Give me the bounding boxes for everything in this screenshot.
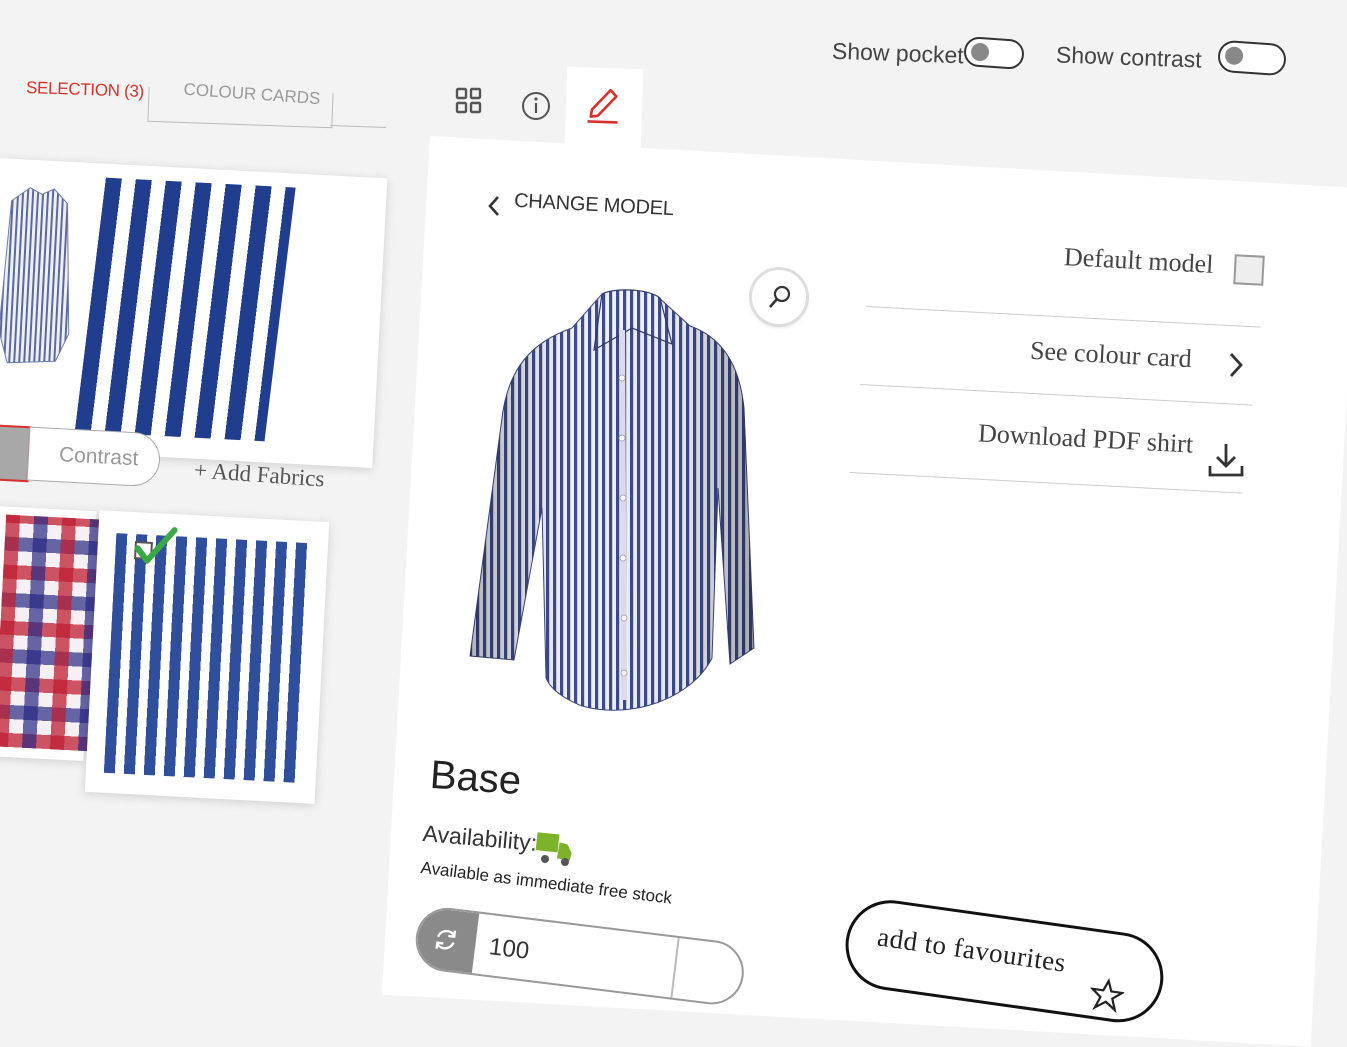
- fabric-swatch-large: [74, 177, 296, 442]
- chevron-right-icon[interactable]: [1226, 350, 1246, 380]
- check-icon: [134, 527, 178, 564]
- download-icon[interactable]: [1206, 440, 1246, 480]
- show-contrast-label: Show contrast: [1055, 41, 1203, 73]
- shirt-preview-image: [469, 289, 755, 711]
- fabric-swatch-stripe: [103, 533, 309, 783]
- product-name: Base: [428, 752, 523, 804]
- refresh-icon: [435, 929, 457, 950]
- star-icon: [1089, 978, 1126, 1014]
- contrast-button[interactable]: Contrast: [26, 426, 162, 488]
- info-icon[interactable]: [520, 90, 552, 122]
- show-pocket-label: Show pocket: [831, 37, 965, 69]
- tab-selection[interactable]: SELECTION (3): [26, 78, 145, 102]
- show-pocket-toggle[interactable]: [963, 35, 1025, 71]
- input-divider: [669, 937, 680, 1002]
- shirt-thumbnail: [0, 187, 70, 364]
- toggle-knob: [970, 42, 990, 62]
- selected-fabric-card[interactable]: [0, 157, 388, 469]
- show-contrast-toggle[interactable]: [1216, 39, 1288, 77]
- grid-icon[interactable]: [454, 86, 484, 116]
- fabric-card-gingham[interactable]: [0, 505, 107, 761]
- favourites-label: add to favourites: [875, 921, 1068, 978]
- chevron-left-icon[interactable]: [486, 194, 502, 218]
- magnifier-icon: [769, 285, 791, 308]
- contrast-label: Contrast: [58, 443, 139, 471]
- refresh-button[interactable]: [413, 906, 480, 978]
- quantity-value: 100: [487, 933, 531, 965]
- fabric-card-stripe[interactable]: [84, 510, 330, 804]
- truck-icon: [535, 832, 572, 866]
- tab-edit[interactable]: [564, 66, 644, 150]
- pencil-icon: [587, 88, 618, 124]
- toggle-knob: [1224, 46, 1244, 66]
- tab-colour-cards[interactable]: COLOUR CARDS: [183, 80, 321, 110]
- tabs-divider: [329, 125, 387, 128]
- default-model-checkbox[interactable]: [1233, 254, 1265, 286]
- tab-colour-cards-frame[interactable]: COLOUR CARDS: [147, 80, 334, 129]
